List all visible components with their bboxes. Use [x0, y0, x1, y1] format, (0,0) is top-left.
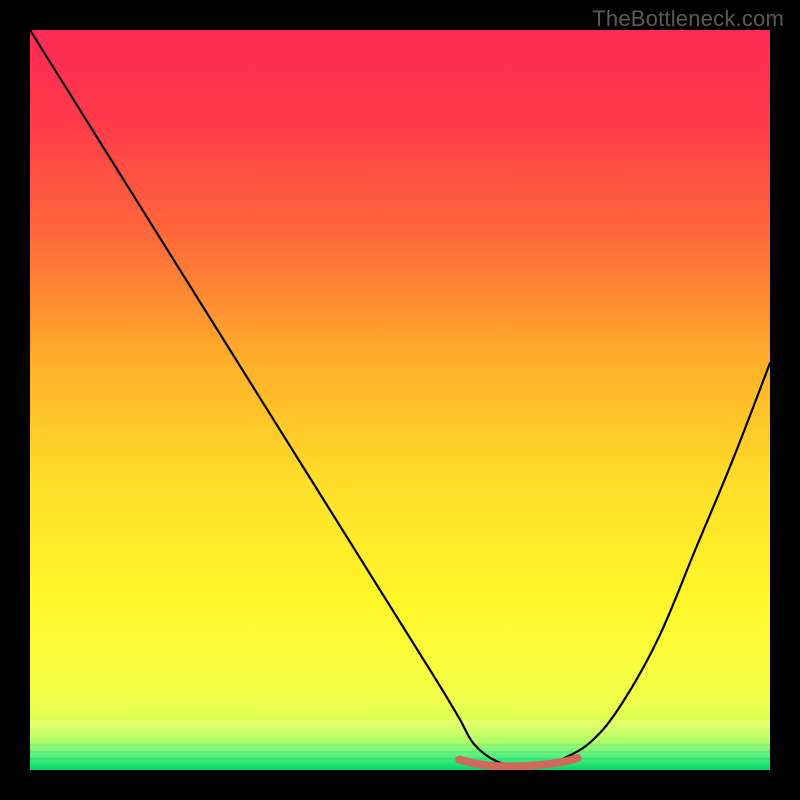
- chart-container: TheBottleneck.com: [0, 0, 800, 800]
- bottleneck-curve: [30, 30, 770, 766]
- curve-layer: [30, 30, 770, 770]
- optimal-marker: [459, 758, 577, 766]
- watermark-text: TheBottleneck.com: [592, 6, 784, 32]
- plot-area: [30, 30, 770, 770]
